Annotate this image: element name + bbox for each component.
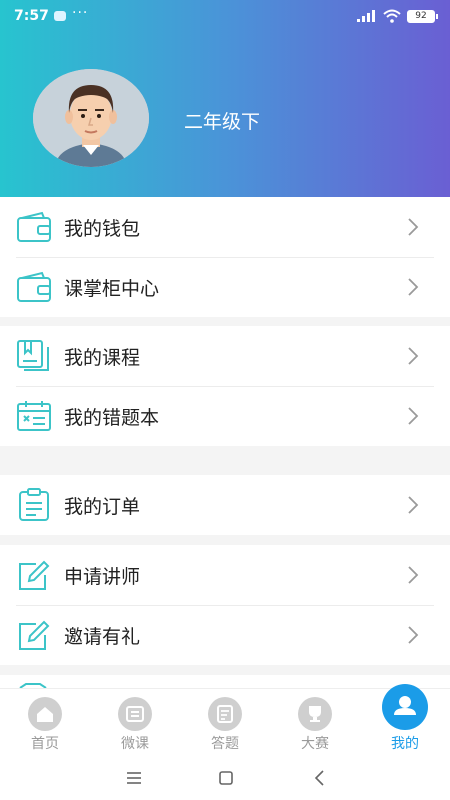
more-notifications-icon: ··· [72, 5, 89, 21]
chevron-right-icon [408, 407, 419, 425]
tab-label: 我的 [391, 736, 419, 752]
course-book-icon [17, 340, 49, 371]
home-square-icon[interactable] [214, 766, 238, 790]
battery-icon: 92 [407, 10, 438, 23]
profile-header: 7:57 ··· 92 二年级下 [0, 0, 450, 197]
menu-label: 邀请有礼 [64, 626, 141, 648]
clipboard-icon [19, 488, 49, 521]
menu-label: 课掌柜中心 [64, 278, 160, 300]
tab-micro-course[interactable]: 微课 [90, 689, 180, 757]
chevron-right-icon [408, 218, 419, 236]
menu-group-orders: 我的订单 [0, 475, 450, 535]
home-icon [28, 697, 62, 731]
tab-mine[interactable]: 我的 [360, 684, 450, 757]
chevron-right-icon [408, 496, 419, 514]
avatar[interactable] [33, 69, 149, 167]
menu-label: 我的钱包 [64, 218, 141, 240]
micro-course-icon [118, 697, 152, 731]
tab-home[interactable]: 首页 [0, 689, 90, 757]
user-icon [382, 684, 428, 730]
menu-label: 申请讲师 [64, 566, 141, 588]
menu-label: 我的订单 [64, 496, 141, 518]
menu-label: 我的错题本 [64, 407, 160, 429]
chevron-right-icon [408, 278, 419, 296]
grade-label: 二年级下 [184, 111, 261, 133]
edit-pen-icon [19, 620, 50, 650]
menu-icon[interactable] [122, 766, 146, 790]
bottom-tab-bar: 首页 微课 答题 大赛 我的 [0, 684, 450, 757]
mistake-book-icon [17, 401, 51, 431]
chevron-right-icon [408, 626, 419, 644]
menu-item-my-courses[interactable]: 我的课程 [0, 326, 450, 386]
menu-group-wallet: 我的钱包 课掌柜中心 [0, 197, 450, 317]
menu-item-keshanggui-center[interactable]: 课掌柜中心 [0, 257, 450, 317]
system-nav-bar [0, 756, 450, 800]
menu-item-invite-gift[interactable]: 邀请有礼 [0, 605, 450, 665]
menu-item-mistake-book[interactable]: 我的错题本 [0, 386, 450, 446]
status-time: 7:57 [14, 8, 49, 24]
avatar-illustration [33, 69, 149, 167]
signal-icon [357, 10, 375, 22]
tab-label: 微课 [121, 736, 149, 752]
menu-item-my-orders[interactable]: 我的订单 [0, 475, 450, 535]
tab-label: 首页 [31, 736, 59, 752]
wallet-icon [17, 211, 51, 242]
tab-contest[interactable]: 大赛 [270, 689, 360, 757]
menu-label: 我的课程 [64, 347, 141, 369]
wallet-icon [17, 271, 51, 302]
wifi-icon [383, 9, 401, 23]
menu-item-apply-lecturer[interactable]: 申请讲师 [0, 545, 450, 605]
menu-group-lecturer: 申请讲师 邀请有礼 [0, 545, 450, 665]
trophy-icon [298, 697, 332, 731]
edit-pen-icon [19, 560, 50, 590]
chevron-right-icon [408, 347, 419, 365]
quiz-icon [208, 697, 242, 731]
status-bar: 7:57 ··· 92 [0, 0, 450, 34]
tab-quiz[interactable]: 答题 [180, 689, 270, 757]
tab-label: 答题 [211, 736, 239, 752]
menu-group-courses: 我的课程 我的错题本 [0, 326, 450, 446]
back-icon[interactable] [308, 766, 332, 790]
tab-label: 大赛 [301, 736, 329, 752]
menu-item-wallet[interactable]: 我的钱包 [0, 197, 450, 257]
message-notification-icon [54, 11, 66, 21]
chevron-right-icon [408, 566, 419, 584]
